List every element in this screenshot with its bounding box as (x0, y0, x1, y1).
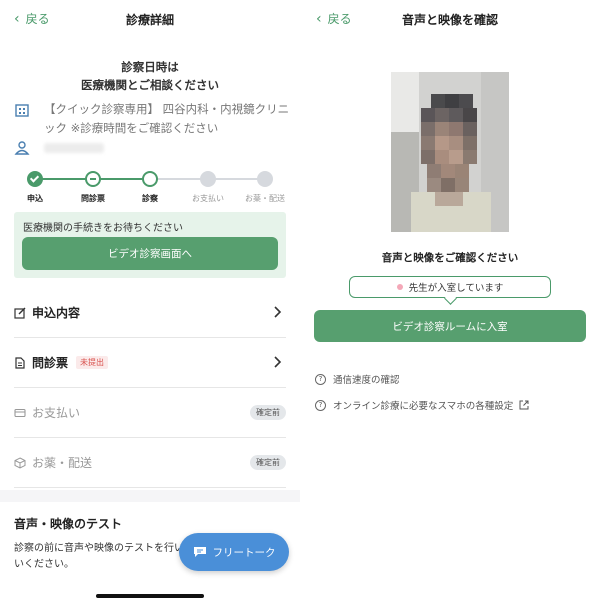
question-icon: ? (315, 373, 326, 385)
free-talk-button[interactable]: フリートーク (179, 533, 289, 571)
menu-item-questionnaire[interactable]: 問診票 未提出 (14, 338, 286, 388)
pending-step-indicator (200, 171, 216, 187)
av-check-screen: ‹ 戻る 音声と映像を確認 音声と映像をご確認ください 先生が入室しています ビ… (300, 0, 600, 600)
status-dot-icon (396, 284, 403, 290)
av-test-heading: 音声・映像のテスト (14, 517, 123, 531)
help-speed-label: 通信速度の確認 (333, 375, 400, 386)
edit-icon (14, 307, 26, 319)
status-badge-unsubmitted: 未提出 (76, 356, 109, 369)
doctor-status-bubble: 先生が入室しています (349, 276, 551, 298)
menu-label-application: 申込内容 (32, 306, 81, 320)
waiting-panel: 医療機関の手続きをお待ちください ビデオ診察画面へ (14, 212, 286, 278)
chevron-right-icon (274, 306, 282, 318)
clinic-name: 【クイック診察専用】 四谷内科・内視鏡クリニック ※診療時間をご確認ください (44, 102, 290, 135)
menu-label-payment: お支払い (32, 406, 81, 420)
notice-line-2: 医療機関とご相談ください (81, 78, 219, 92)
pending-step-indicator (257, 171, 273, 187)
menu-label-delivery: お薬・配送 (32, 456, 93, 470)
external-link-icon (519, 400, 529, 410)
document-icon (15, 356, 25, 369)
current-step-indicator (142, 171, 158, 187)
section-divider (0, 490, 300, 502)
question-icon: ? (315, 399, 326, 411)
waiting-message: 医療機関の手続きをお待ちください (23, 223, 183, 234)
help-link-settings[interactable]: ? オンライン診療に必要なスマホの各種設定 (315, 398, 529, 412)
credit-card-icon (14, 408, 26, 417)
step-consultation: 診察 (120, 168, 180, 204)
status-badge-payment: 確定前 (250, 405, 286, 420)
consultation-detail-screen: ‹ 戻る 診療詳細 診察日時は 医療機関とご相談ください 【クイック診察専用】 … (0, 0, 300, 600)
menu-item-payment: お支払い 確定前 (14, 388, 286, 438)
step-application: 申込 (5, 168, 65, 204)
video-consultation-button[interactable]: ビデオ診察画面へ (22, 237, 278, 270)
user-icon (14, 141, 30, 155)
help-link-speed[interactable]: ? 通信速度の確認 (315, 372, 400, 386)
schedule-notice: 診察日時は 医療機関とご相談ください (0, 58, 300, 94)
free-talk-label: フリートーク (212, 546, 276, 559)
menu-item-application[interactable]: 申込内容 (14, 288, 286, 338)
page-title: 音声と映像を確認 (401, 13, 498, 27)
step-payment: お支払い (178, 168, 238, 204)
confirm-message: 音声と映像をご確認ください (381, 252, 519, 264)
doctor-status-text: 先生が入室しています (408, 283, 504, 294)
pixelated-face-image (391, 72, 509, 232)
hospital-icon (15, 104, 29, 117)
chat-icon (193, 547, 206, 557)
package-icon (14, 456, 26, 469)
check-icon (27, 171, 43, 187)
chevron-right-icon (274, 356, 282, 368)
menu-item-delivery: お薬・配送 確定前 (14, 438, 286, 488)
patient-name-redacted (44, 143, 104, 153)
home-indicator (96, 594, 204, 598)
clinic-info: 【クイック診察専用】 四谷内科・内視鏡クリニック ※診療時間をご確認ください (14, 100, 294, 138)
step-questionnaire: 問診票 (63, 168, 123, 204)
enter-video-room-button[interactable]: ビデオ診察ルームに入室 (314, 310, 586, 342)
av-test-description: 診察の前に音声や映像のテストを行い いください。 (14, 543, 227, 570)
notice-line-1: 診察日時は (121, 60, 179, 74)
status-badge-delivery: 確定前 (250, 455, 286, 470)
menu-label-questionnaire: 問診票 (32, 356, 69, 370)
patient-info (14, 140, 104, 156)
page-title: 診療詳細 (125, 13, 174, 27)
step-delivery: お薬・配送 (235, 168, 295, 204)
minus-icon (85, 171, 101, 187)
help-settings-label: オンライン診療に必要なスマホの各種設定 (333, 401, 514, 412)
camera-preview (391, 72, 509, 232)
progress-stepper: 申込 問診票 診察 お支払い お薬・配送 (0, 168, 300, 208)
